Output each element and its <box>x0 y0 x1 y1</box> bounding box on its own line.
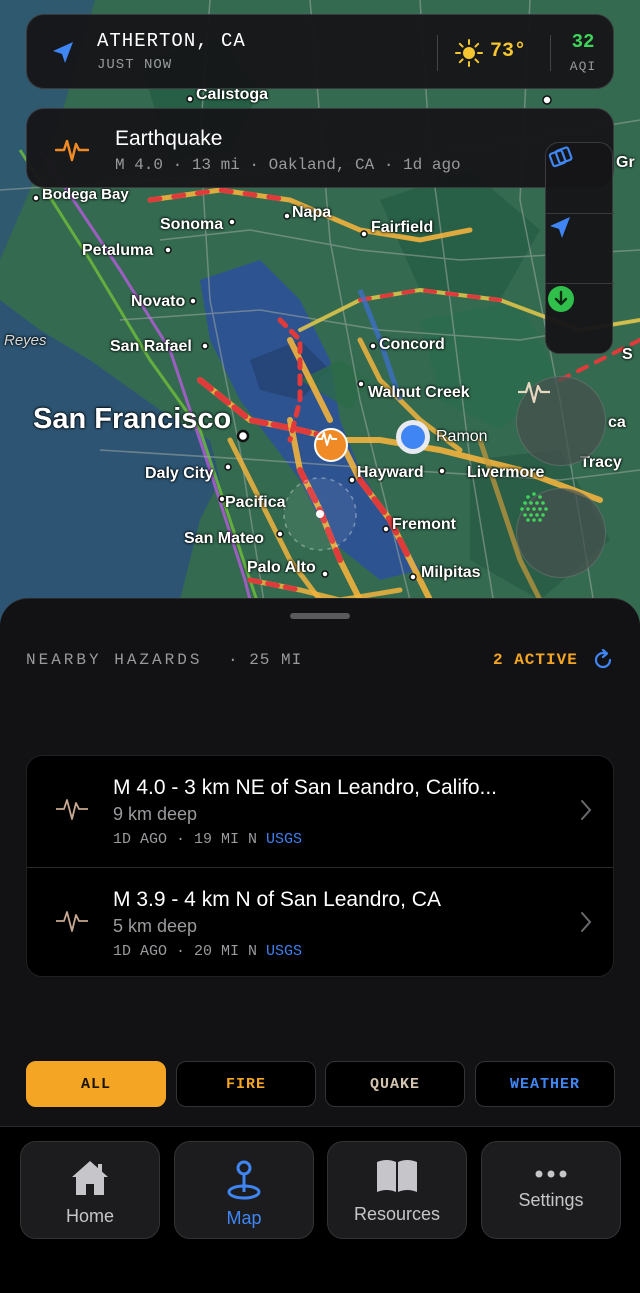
map-pin-icon <box>227 1160 261 1200</box>
seismic-wave-icon <box>56 911 88 932</box>
hazard-meta-text: 1D AGO · 20 MI N <box>113 943 258 960</box>
alert-subtitle: M 4.0 · 13 mi · Oakland, CA · 1d ago <box>115 156 461 174</box>
radar-button[interactable] <box>516 488 606 578</box>
layers-button[interactable] <box>546 143 614 213</box>
tab-map-label: Map <box>226 1208 262 1228</box>
more-dots-icon <box>535 1170 567 1178</box>
sheet-radius: · 25 MI <box>228 651 303 669</box>
seismic-wave-icon <box>55 139 89 162</box>
seismic-wave-icon <box>518 381 550 404</box>
house-icon <box>72 1161 108 1195</box>
map-label-fremont: Fremont <box>392 516 456 533</box>
map-label-hayward: Hayward <box>357 464 424 481</box>
hazard-title: M 4.0 - 3 km NE of San Leandro, Califo..… <box>113 776 498 799</box>
sheet-title: NEARBY HAZARDS <box>26 651 203 669</box>
seismic-layer-button[interactable] <box>516 376 606 466</box>
tab-settings-label: Settings <box>518 1190 584 1210</box>
filter-fire-button[interactable]: FIRE <box>176 1061 316 1107</box>
map-label-petaluma: Petaluma <box>82 242 154 259</box>
map-label-s: S <box>622 346 633 363</box>
hazard-filters: ALL FIRE QUAKE WEATHER <box>26 1061 615 1107</box>
map-label-san-francisco: San Francisco <box>33 403 232 435</box>
hazard-depth: 5 km deep <box>113 916 198 936</box>
tab-home-label: Home <box>65 1206 114 1226</box>
hazard-meta: 1D AGO · 20 MI N USGS <box>113 943 302 960</box>
chevron-right-icon <box>581 912 592 932</box>
aqi-value: 32 <box>571 31 595 53</box>
hazard-list: M 4.0 - 3 km NE of San Leandro, Califo..… <box>26 755 614 977</box>
sheet-drag-handle[interactable] <box>290 613 350 619</box>
recenter-button[interactable] <box>546 213 614 283</box>
map-label-sonoma: Sonoma <box>160 216 224 233</box>
location-weather-bar[interactable]: ATHERTON, CA JUST NOW 73° 32 AQI <box>26 14 614 89</box>
seismic-wave-icon <box>56 799 88 820</box>
alert-title: Earthquake <box>115 127 223 150</box>
map-label-walnut-creek: Walnut Creek <box>368 384 470 401</box>
tab-home[interactable]: Home <box>20 1141 160 1239</box>
refresh-icon[interactable] <box>592 649 614 671</box>
divider <box>550 35 551 71</box>
map-label-fairfield: Fairfield <box>371 219 434 236</box>
map-label-pacifica: Pacifica <box>225 494 286 511</box>
filter-quake-button[interactable]: QUAKE <box>325 1061 465 1107</box>
map-label-gr: Gr <box>616 154 635 171</box>
hazard-depth: 9 km deep <box>113 804 198 824</box>
map-label-san-mateo: San Mateo <box>184 530 265 547</box>
tab-resources-label: Resources <box>353 1204 441 1224</box>
location-name: ATHERTON, CA <box>97 30 246 52</box>
tab-resources[interactable]: Resources <box>327 1141 467 1239</box>
map-label-san-rafael: San Rafael <box>110 338 192 355</box>
download-icon <box>548 286 574 312</box>
hazard-source[interactable]: USGS <box>266 943 302 960</box>
radar-dots-icon <box>520 492 548 522</box>
map-label-ramon: Ramon <box>436 428 488 445</box>
hazard-title: M 3.9 - 4 km N of San Leandro, CA <box>113 888 441 911</box>
map-view[interactable]: Calistoga Bodega Bay Sonoma Napa Fairfie… <box>0 0 640 640</box>
user-location-dot <box>396 420 430 454</box>
map-label-napa: Napa <box>292 204 332 221</box>
map-label-concord: Concord <box>379 336 445 353</box>
filter-weather-button[interactable]: WEATHER <box>475 1061 615 1107</box>
sun-icon <box>455 39 483 67</box>
hazards-sheet[interactable]: NEARBY HAZARDS · 25 MI 2 ACTIVE M 4.0 - … <box>0 598 640 1138</box>
layers-icon <box>548 146 573 168</box>
location-updated: JUST NOW <box>97 57 173 73</box>
book-icon <box>377 1160 417 1192</box>
map-label-ca: ca <box>608 414 626 431</box>
location-arrow-icon <box>53 42 73 63</box>
seismic-wave-icon <box>317 432 337 446</box>
map-label-palo-alto: Palo Alto <box>247 559 316 576</box>
hazard-row[interactable]: M 3.9 - 4 km N of San Leandro, CA 5 km d… <box>27 867 613 976</box>
map-label-novato: Novato <box>131 293 186 310</box>
divider <box>437 35 438 71</box>
location-arrow-icon <box>550 217 570 238</box>
download-button[interactable] <box>546 283 614 353</box>
map-label-reyes: Reyes <box>4 332 47 349</box>
earthquake-alert-banner[interactable]: Earthquake M 4.0 · 13 mi · Oakland, CA ·… <box>26 108 614 188</box>
map-label-daly-city: Daly City <box>145 465 214 482</box>
map-label-bodega-bay: Bodega Bay <box>42 186 129 203</box>
tab-settings[interactable]: Settings <box>481 1141 621 1239</box>
map-label-livermore: Livermore <box>467 464 545 481</box>
active-count: 2 ACTIVE <box>493 651 578 669</box>
tab-map[interactable]: Map <box>174 1141 314 1239</box>
temperature: 73° <box>490 40 527 63</box>
hazard-meta-text: 1D AGO · 19 MI N <box>113 831 258 848</box>
tab-bar: Home Map Resources Settings <box>0 1126 640 1293</box>
map-label-milpitas: Milpitas <box>421 564 481 581</box>
map-controls <box>545 142 614 354</box>
filter-all-button[interactable]: ALL <box>26 1061 166 1107</box>
aqi-label: AQI <box>569 59 597 74</box>
hazard-meta: 1D AGO · 19 MI N USGS <box>113 831 302 848</box>
earthquake-marker[interactable] <box>314 428 348 462</box>
hazard-source[interactable]: USGS <box>266 831 302 848</box>
chevron-right-icon <box>581 800 592 820</box>
hazard-row[interactable]: M 4.0 - 3 km NE of San Leandro, Califo..… <box>27 756 613 867</box>
